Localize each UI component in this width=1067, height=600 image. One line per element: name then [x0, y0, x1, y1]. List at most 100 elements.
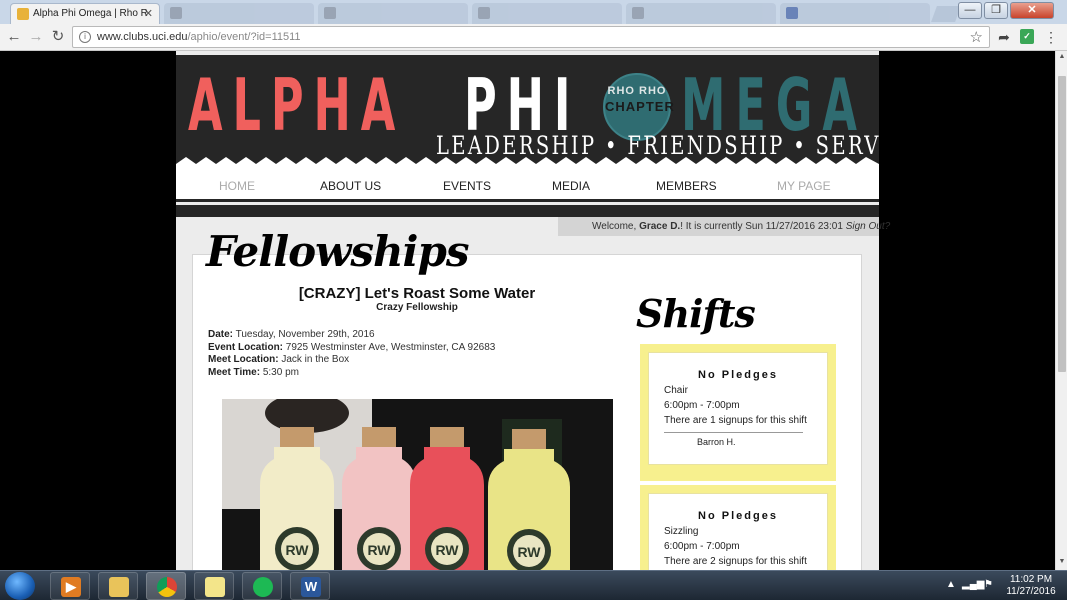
browser-tab[interactable] — [164, 3, 314, 24]
shift-title: No Pledges — [698, 510, 778, 522]
show-hidden-icons-icon[interactable]: ▲ — [946, 579, 956, 590]
tab-title: Alpha Phi Omega | Rho R — [33, 8, 148, 19]
taskbar-sticky-notes[interactable] — [194, 572, 234, 600]
share-arrow-icon[interactable]: ➦ — [996, 27, 1012, 47]
start-button[interactable] — [5, 572, 35, 600]
logo-alpha: ALPHA — [188, 63, 406, 147]
shifts-heading: Shifts — [636, 291, 756, 336]
detail-location: Event Location: 7925 Westminster Ave, We… — [208, 341, 496, 353]
nav-events[interactable]: EVENTS — [443, 179, 491, 193]
browser-tab-active[interactable]: Alpha Phi Omega | Rho R ✕ — [10, 3, 160, 24]
shift-time: 6:00pm - 7:00pm — [664, 400, 740, 411]
scroll-up-icon[interactable]: ▲ — [1057, 53, 1067, 60]
svg-text:RW: RW — [435, 542, 459, 558]
nav-media[interactable]: MEDIA — [552, 179, 590, 193]
welcome-datetime: ! It is currently Sun 11/27/2016 23:01 — [680, 221, 846, 232]
detail-meet-location: Meet Location: Jack in the Box — [208, 354, 350, 365]
shift-title: No Pledges — [698, 369, 778, 381]
taskbar: ▶ W ▲ ▂▄▆ ⚑ 11:02 PM 11/27/2016 — [0, 570, 1067, 600]
clock-time: 11:02 PM — [1009, 574, 1053, 585]
shift-card: No Pledges Chair 6:00pm - 7:00pm There a… — [640, 344, 836, 481]
bottles-illustration: RW RW RW RW — [222, 399, 613, 570]
shift-role: Chair — [664, 385, 688, 396]
detail-date: Date: Tuesday, November 29th, 2016 — [208, 329, 375, 340]
browser-tab[interactable] — [780, 3, 930, 24]
system-clock[interactable]: 11:02 PM 11/27/2016 — [1005, 574, 1057, 598]
tab-favicon-icon — [170, 7, 182, 19]
restore-button[interactable]: ❐ — [984, 2, 1008, 19]
browser-tab[interactable] — [626, 3, 776, 24]
svg-text:RW: RW — [367, 542, 391, 558]
tab-favicon-icon — [786, 7, 798, 19]
motto: LEADERSHIP • FRIENDSHIP • SERVICE — [436, 131, 879, 160]
shift-role: Sizzling — [664, 526, 699, 537]
tab-close-icon[interactable]: ✕ — [144, 4, 153, 24]
shift-card-inner[interactable]: No Pledges Chair 6:00pm - 7:00pm There a… — [648, 352, 828, 465]
shift-time: 6:00pm - 7:00pm — [664, 541, 740, 552]
browser-tab[interactable] — [472, 3, 622, 24]
svg-text:RW: RW — [517, 544, 541, 560]
folder-icon — [109, 577, 129, 597]
taskbar-word[interactable]: W — [290, 572, 330, 600]
media-player-icon: ▶ — [61, 577, 81, 597]
page-scrollbar[interactable]: ▲ ▼ — [1055, 51, 1067, 570]
taskbar-file-explorer[interactable] — [98, 572, 138, 600]
event-subtitle: Crazy Fellowship — [376, 302, 458, 313]
close-window-button[interactable]: ✕ — [1010, 2, 1054, 19]
nav-home[interactable]: HOME — [219, 179, 255, 193]
browser-tab[interactable] — [318, 3, 468, 24]
svg-text:RW: RW — [285, 542, 309, 558]
bookmark-star-icon[interactable]: ☆ — [970, 28, 983, 46]
minimize-button[interactable]: — — [958, 2, 982, 19]
clock-date: 11/27/2016 — [1006, 586, 1056, 597]
taskbar-chrome[interactable] — [146, 572, 186, 600]
browser-tab-strip: Alpha Phi Omega | Rho R ✕ — ❐ ✕ — [0, 0, 1067, 24]
shift-signup-name: Barron H. — [697, 437, 736, 447]
detail-meet-time: Meet Time: 5:30 pm — [208, 366, 299, 378]
event-title: [CRAZY] Let's Roast Some Water — [298, 285, 536, 302]
sticky-notes-icon — [205, 577, 225, 597]
shift-card-inner[interactable]: No Pledges Sizzling 6:00pm - 7:00pm Ther… — [648, 493, 828, 570]
tab-favicon-icon — [478, 7, 490, 19]
nav-about-us[interactable]: ABOUT US — [320, 179, 381, 193]
site-container: ALPHA PHI RHO RHO CHAPTER MEGA LEADERSHI… — [176, 51, 890, 570]
page-viewport: ALPHA PHI RHO RHO CHAPTER MEGA LEADERSHI… — [0, 51, 1055, 570]
site-nav: HOME ABOUT US EVENTS MEDIA MEMBERS MY PA… — [176, 170, 879, 202]
section-heading: Fellowships — [206, 227, 469, 276]
forward-arrow-icon[interactable]: → — [26, 27, 46, 47]
url-text[interactable]: www.clubs.uci.edu/aphio/event/?id=11511 — [97, 31, 301, 43]
tab-favicon-icon — [632, 7, 644, 19]
shift-divider — [664, 432, 803, 433]
nav-my-page[interactable]: MY PAGE — [777, 179, 831, 193]
welcome-bar: Welcome, Grace D.! It is currently Sun 1… — [558, 217, 890, 236]
nav-members[interactable]: MEMBERS — [656, 179, 717, 193]
site-favicon-icon — [17, 8, 29, 20]
welcome-user: Grace D. — [639, 221, 681, 232]
new-tab-button[interactable] — [931, 6, 961, 22]
tab-favicon-icon — [324, 7, 336, 19]
event-photo: RW RW RW RW — [222, 399, 613, 570]
taskbar-media-player[interactable]: ▶ — [50, 572, 90, 600]
event-details: Date: Tuesday, November 29th, 2016 Event… — [208, 329, 495, 379]
back-arrow-icon[interactable]: ← — [4, 27, 24, 47]
spotify-icon — [253, 577, 273, 597]
browser-toolbar: ← → ↻ i www.clubs.uci.edu/aphio/event/?i… — [0, 24, 1067, 51]
menu-kebab-icon[interactable]: ⋮ — [1044, 27, 1058, 47]
shift-signups: There are 1 signups for this shift — [664, 415, 807, 426]
network-signal-icon[interactable]: ▂▄▆ — [962, 579, 984, 590]
page-info-icon[interactable]: i — [79, 31, 91, 43]
scroll-down-icon[interactable]: ▼ — [1057, 558, 1067, 565]
sign-out-link[interactable]: Sign Out? — [846, 221, 890, 232]
zigzag-border — [176, 157, 879, 170]
shift-card: No Pledges Sizzling 6:00pm - 7:00pm Ther… — [640, 485, 836, 570]
scrollbar-thumb[interactable] — [1058, 76, 1066, 372]
seal-bottom-text: CHAPTER — [605, 99, 675, 114]
chrome-icon — [157, 577, 177, 597]
word-icon: W — [301, 577, 321, 597]
extension-icon[interactable]: ✓ — [1020, 29, 1034, 44]
action-center-flag-icon[interactable]: ⚑ — [984, 579, 993, 590]
welcome-prefix: Welcome, — [592, 221, 640, 232]
reload-icon[interactable]: ↻ — [48, 27, 68, 47]
taskbar-spotify[interactable] — [242, 572, 282, 600]
address-bar[interactable]: i www.clubs.uci.edu/aphio/event/?id=1151… — [72, 26, 990, 48]
